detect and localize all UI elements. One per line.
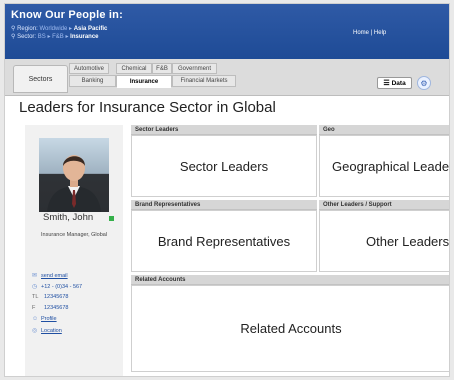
region-asia-pacific[interactable]: Asia Pacific xyxy=(74,26,108,32)
fax-value: 12345678 xyxy=(44,305,69,311)
breadcrumb-separator-icon: ▸ xyxy=(47,34,51,40)
tab-chemical[interactable]: Chemical xyxy=(116,63,152,74)
geo-header: Geo xyxy=(319,125,449,135)
person-portrait-icon xyxy=(47,155,101,212)
sector-fb-link[interactable]: F&B xyxy=(52,34,64,40)
profile-name: Smith, John xyxy=(43,212,94,223)
contact-location[interactable]: ◎ Location xyxy=(32,327,62,335)
related-accounts-header: Related Accounts xyxy=(131,275,449,285)
sectors-tab[interactable]: Sectors xyxy=(13,65,68,93)
tab-fb[interactable]: F&B xyxy=(152,63,172,74)
app-window: Know Our People in: ⚲ Region: Worldwide … xyxy=(4,3,450,377)
contact-email[interactable]: ✉ send email xyxy=(32,272,68,280)
location-link[interactable]: Location xyxy=(41,328,62,334)
fax-label: F xyxy=(32,305,36,311)
related-accounts-panel[interactable]: Related Accounts xyxy=(131,285,449,372)
region-label: Region: xyxy=(17,26,38,32)
contact-profile[interactable]: ☺ Profile xyxy=(32,316,57,322)
top-links: Home | Help xyxy=(353,30,386,36)
sector-breadcrumb: ⚲ Sector: BS ▸ F&B ▸ Insurance xyxy=(11,33,99,40)
send-email-link[interactable]: send email xyxy=(41,273,68,279)
tab-government[interactable]: Government xyxy=(172,63,217,74)
tab-financial-markets[interactable]: Financial Markets xyxy=(172,75,236,87)
top-bar: Know Our People in: ⚲ Region: Worldwide … xyxy=(5,4,449,59)
region-search-icon: ⚲ xyxy=(11,26,16,32)
location-icon: ◎ xyxy=(32,328,38,334)
phone-value: +12 - (0)34 - 567 xyxy=(41,283,83,290)
home-link[interactable]: Home xyxy=(353,30,369,36)
settings-icon[interactable]: ⚙ xyxy=(417,76,431,90)
sector-search-icon: ⚲ xyxy=(11,34,16,40)
contact-telephone: TL 12345678 xyxy=(32,294,68,300)
tab-banking[interactable]: Banking xyxy=(69,75,116,87)
tab-insurance[interactable]: Insurance xyxy=(116,75,172,88)
online-status-indicator xyxy=(109,216,114,221)
sector-insurance[interactable]: Insurance xyxy=(70,34,98,40)
other-leaders-header: Other Leaders / Support xyxy=(319,200,449,210)
contact-fax: F 12345678 xyxy=(32,305,68,311)
list-icon: ☰ xyxy=(383,80,390,87)
sector-label: Sector: xyxy=(17,34,37,40)
region-breadcrumb: ⚲ Region: Worldwide ▸ Asia Pacific xyxy=(11,25,107,32)
profile-icon: ☺ xyxy=(32,316,39,322)
profile-role: Insurance Manager, Global xyxy=(41,232,108,238)
data-button-label: Data xyxy=(391,79,406,87)
brand-representatives-header: Brand Representatives xyxy=(131,200,317,210)
breadcrumb-separator-icon: ▸ xyxy=(65,34,69,40)
telephone-label: TL xyxy=(32,294,39,300)
envelope-icon: ✉ xyxy=(32,273,38,279)
telephone-value: 12345678 xyxy=(44,294,69,300)
page-title: Leaders for Insurance Sector in Global xyxy=(19,99,276,116)
sector-bs-link[interactable]: BS xyxy=(38,34,46,40)
contact-phone: ◷ +12 - (0)34 - 567 xyxy=(32,283,83,291)
geo-panel[interactable]: Geographical Leaders xyxy=(319,135,449,197)
app-title: Know Our People in: xyxy=(11,9,123,21)
profile-photo xyxy=(39,138,109,212)
sector-leaders-panel[interactable]: Sector Leaders xyxy=(131,135,317,197)
help-link[interactable]: Help xyxy=(374,30,386,36)
tab-automotive[interactable]: Automotive xyxy=(69,63,109,74)
other-leaders-panel[interactable]: Other Leaders xyxy=(319,210,449,272)
profile-link[interactable]: Profile xyxy=(41,316,57,322)
phone-icon: ◷ xyxy=(32,284,38,290)
data-button[interactable]: ☰ Data xyxy=(377,77,412,89)
region-worldwide-link[interactable]: Worldwide xyxy=(39,26,67,32)
sector-leaders-header: Sector Leaders xyxy=(131,125,317,135)
breadcrumb-separator-icon: ▸ xyxy=(69,26,73,32)
brand-representatives-panel[interactable]: Brand Representatives xyxy=(131,210,317,272)
